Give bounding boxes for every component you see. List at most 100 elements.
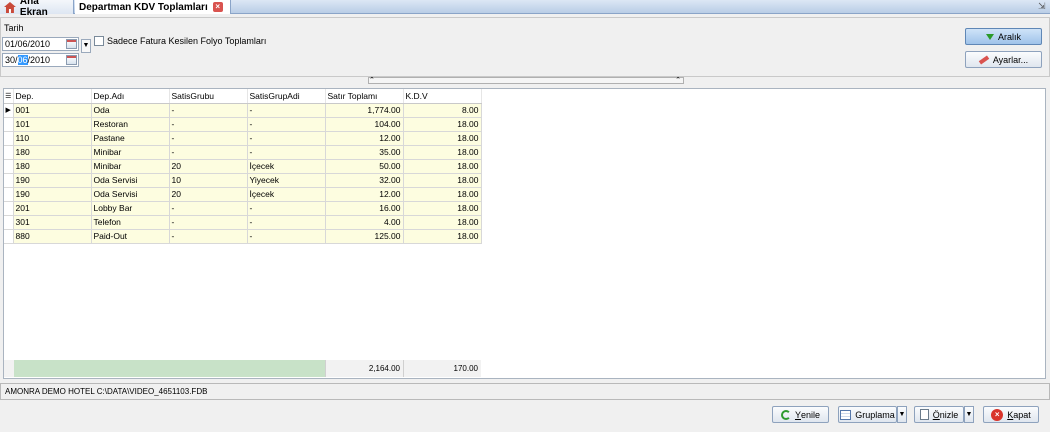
table-row[interactable]: 880 Paid-Out - -125.00 18.00 [4,229,482,244]
cell-sales-group-name[interactable]: İçecek [247,187,326,202]
cell-dep-name[interactable]: Oda [91,103,170,118]
cell-sales-group[interactable]: - [169,103,248,118]
tab-home[interactable]: Ana Ekran [0,0,74,18]
cell-dep[interactable]: 301 [13,215,92,230]
cell-dep-name[interactable]: Lobby Bar [91,201,170,216]
pin-icon[interactable]: ⇲ [1038,1,1048,12]
row-indicator[interactable] [4,215,14,230]
cell-dep[interactable]: 190 [13,187,92,202]
cell-dep[interactable]: 180 [13,159,92,174]
row-indicator[interactable] [4,159,14,174]
row-indicator[interactable] [4,173,14,188]
cell-dep[interactable]: 190 [13,173,92,188]
cell-line-total[interactable]: 32.00 [325,173,404,188]
cell-sales-group[interactable]: 20 [169,159,248,174]
column-chooser-icon[interactable]: ☰ [4,89,14,104]
cell-dep-name[interactable]: Pastane [91,131,170,146]
row-indicator[interactable] [4,187,14,202]
checkbox-box[interactable] [94,36,104,46]
preview-dropdown-button[interactable]: ▼ [964,406,974,423]
cell-dep-name[interactable]: Oda Servisi [91,187,170,202]
cell-dep-name[interactable]: Minibar [91,145,170,160]
cell-kdv[interactable]: 18.00 [403,117,482,132]
cell-line-total[interactable]: 104.00 [325,117,404,132]
cell-line-total[interactable]: 12.00 [325,131,404,146]
cell-kdv[interactable]: 18.00 [403,173,482,188]
tab-departman-kdv[interactable]: Departman KDV Toplamları × [75,0,231,14]
cell-line-total[interactable]: 50.00 [325,159,404,174]
cell-kdv[interactable]: 18.00 [403,145,482,160]
cell-sales-group-name[interactable]: - [247,131,326,146]
close-button[interactable]: × Kapat [983,406,1039,423]
cell-dep-name[interactable]: Telefon [91,215,170,230]
table-row[interactable]: ▶ 001 Oda - -1,774.00 8.00 [4,103,482,118]
cell-line-total[interactable]: 125.00 [325,229,404,244]
cell-sales-group[interactable]: - [169,201,248,216]
cell-sales-group-name[interactable]: - [247,103,326,118]
date-dropdown-button[interactable]: ▼ [81,39,91,53]
table-row[interactable]: 101 Restoran - -104.00 18.00 [4,117,482,132]
table-row[interactable]: 180 Minibar - -35.00 18.00 [4,145,482,160]
calendar-icon[interactable] [66,39,77,49]
row-indicator[interactable] [4,117,14,132]
cell-dep[interactable]: 110 [13,131,92,146]
cell-line-total[interactable]: 16.00 [325,201,404,216]
cell-kdv[interactable]: 18.00 [403,159,482,174]
cell-dep[interactable]: 180 [13,145,92,160]
table-row[interactable]: 110 Pastane - -12.00 18.00 [4,131,482,146]
cell-sales-group[interactable]: - [169,131,248,146]
collapse-up-icon[interactable]: ⌃ [369,76,375,84]
collapse-up-icon[interactable]: ⌃ [675,76,681,84]
cell-dep[interactable]: 101 [13,117,92,132]
calendar-icon[interactable] [66,55,77,65]
cell-sales-group[interactable]: 20 [169,187,248,202]
col-header-dep[interactable]: Dep. [13,89,92,104]
cell-sales-group[interactable]: - [169,215,248,230]
row-indicator[interactable] [4,131,14,146]
table-row[interactable]: 201 Lobby Bar - -16.00 18.00 [4,201,482,216]
cell-dep-name[interactable]: Oda Servisi [91,173,170,188]
cell-line-total[interactable]: 12.00 [325,187,404,202]
settings-button[interactable]: Ayarlar... [965,51,1042,68]
group-dropdown-button[interactable]: ▼ [897,406,907,423]
cell-dep[interactable]: 201 [13,201,92,216]
end-date-field[interactable]: 30/06/2010 [2,53,79,67]
cell-line-total[interactable]: 4.00 [325,215,404,230]
cell-sales-group[interactable]: - [169,117,248,132]
cell-sales-group-name[interactable]: - [247,117,326,132]
cell-sales-group[interactable]: - [169,229,248,244]
cell-kdv[interactable]: 18.00 [403,131,482,146]
col-header-sales-group-name[interactable]: SatisGrupAdi [247,89,326,104]
row-indicator[interactable] [4,201,14,216]
group-button[interactable]: Gruplama [838,406,897,423]
cell-line-total[interactable]: 1,774.00 [325,103,404,118]
table-row[interactable]: 190 Oda Servisi 20 İçecek 12.00 18.00 [4,187,482,202]
cell-kdv[interactable]: 18.00 [403,187,482,202]
cell-kdv[interactable]: 18.00 [403,229,482,244]
data-grid[interactable]: ☰ Dep. Dep.Adı SatisGrubu SatisGrupAdi S… [3,88,1046,379]
preview-button[interactable]: Önizle [914,406,964,423]
cell-dep-name[interactable]: Minibar [91,159,170,174]
col-header-sales-group[interactable]: SatisGrubu [169,89,248,104]
cell-sales-group[interactable]: 10 [169,173,248,188]
start-date-field[interactable]: 01/06/2010 [2,37,79,51]
cell-line-total[interactable]: 35.00 [325,145,404,160]
cell-sales-group-name[interactable]: İçecek [247,159,326,174]
cell-sales-group-name[interactable]: Yiyecek [247,173,326,188]
table-row[interactable]: 180 Minibar 20 İçecek 50.00 18.00 [4,159,482,174]
refresh-button[interactable]: Yenile [772,406,829,423]
cell-kdv[interactable]: 18.00 [403,201,482,216]
cell-kdv[interactable]: 18.00 [403,215,482,230]
col-header-line-total[interactable]: Satır Toplamı [325,89,404,104]
cell-sales-group-name[interactable]: - [247,201,326,216]
cell-dep[interactable]: 880 [13,229,92,244]
cell-sales-group[interactable]: - [169,145,248,160]
invoice-only-checkbox[interactable]: Sadece Fatura Kesilen Folyo Toplamları [94,36,266,46]
row-indicator[interactable] [4,229,14,244]
cell-sales-group-name[interactable]: - [247,145,326,160]
cell-sales-group-name[interactable]: - [247,229,326,244]
col-header-kdv[interactable]: K.D.V [403,89,482,104]
cell-dep[interactable]: 001 [13,103,92,118]
col-header-dep-name[interactable]: Dep.Adı [91,89,170,104]
range-button[interactable]: Aralık [965,28,1042,45]
